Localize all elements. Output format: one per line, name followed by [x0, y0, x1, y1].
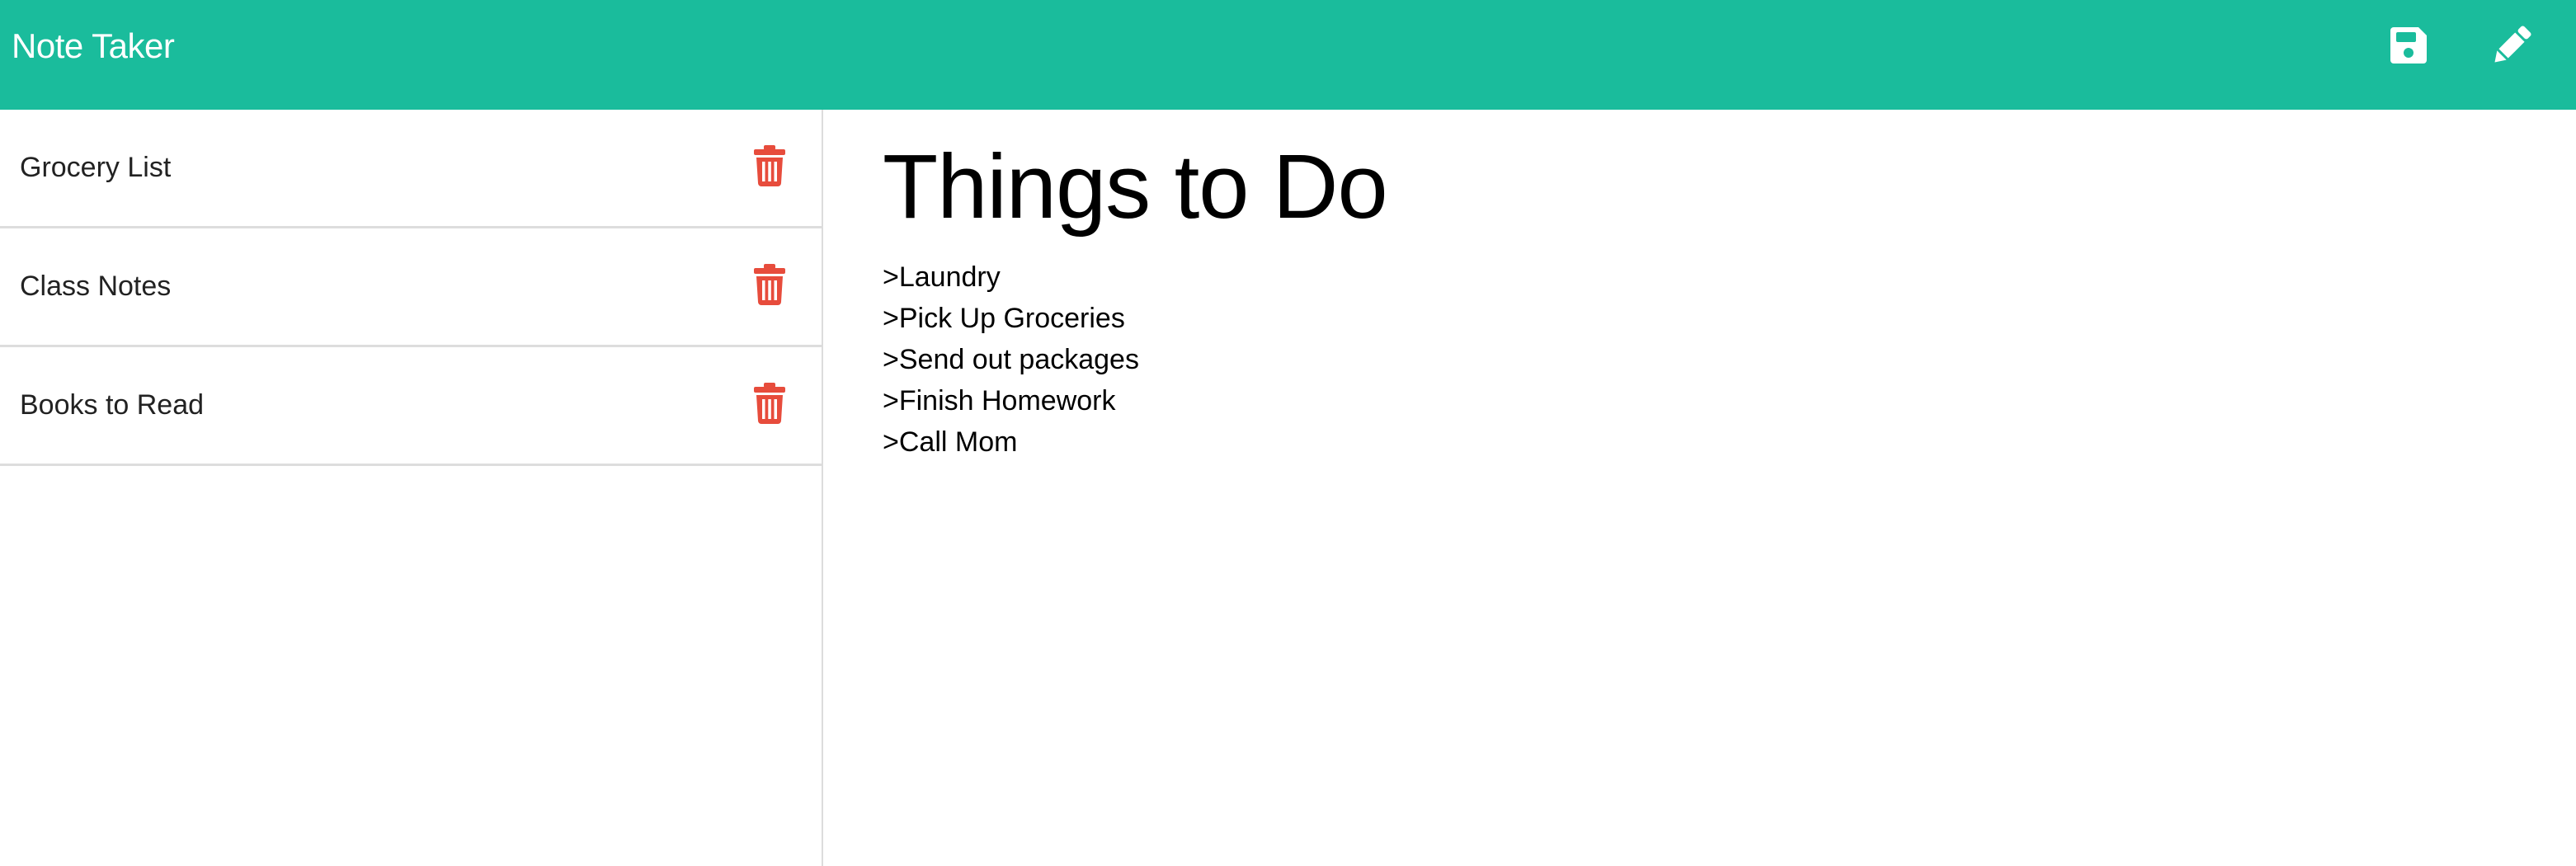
save-note-button[interactable]	[2380, 16, 2437, 74]
new-note-button[interactable]	[2483, 16, 2541, 74]
notes-sidebar: Grocery List Class Notes Books to Read	[0, 110, 823, 866]
note-text-line: >Laundry	[883, 261, 1001, 293]
note-list-item-title: Books to Read	[20, 389, 205, 421]
note-title-input[interactable]: Things to Do	[883, 133, 1388, 242]
note-list: Grocery List Class Notes Books to Read	[0, 110, 822, 466]
navbar: Note Taker	[0, 0, 2576, 110]
note-list-item-books-to-read[interactable]: Books to Read	[0, 347, 822, 466]
app-title[interactable]: Note Taker	[12, 0, 175, 92]
trash-icon[interactable]	[752, 145, 787, 186]
note-text-area[interactable]: >Laundry >Pick Up Groceries >Send out pa…	[883, 257, 2450, 463]
note-text-line: >Send out packages	[883, 344, 1139, 375]
note-list-item-grocery-list[interactable]: Grocery List	[0, 110, 822, 228]
note-list-item-title: Grocery List	[20, 152, 172, 183]
note-list-item-class-notes[interactable]: Class Notes	[0, 228, 822, 347]
floppy-disk-icon	[2387, 24, 2430, 67]
note-list-item-title: Class Notes	[20, 271, 172, 302]
note-text-line: >Finish Homework	[883, 385, 1116, 417]
trash-icon[interactable]	[752, 383, 787, 424]
note-taker-app: Note Taker Grocery List Class Notes Book…	[0, 0, 2576, 866]
note-text-line: >Pick Up Groceries	[883, 303, 1125, 334]
note-text-line: >Call Mom	[883, 426, 1018, 458]
pencil-icon	[2488, 21, 2536, 69]
trash-icon[interactable]	[752, 264, 787, 305]
note-editor: Things to Do >Laundry >Pick Up Groceries…	[823, 110, 2576, 866]
